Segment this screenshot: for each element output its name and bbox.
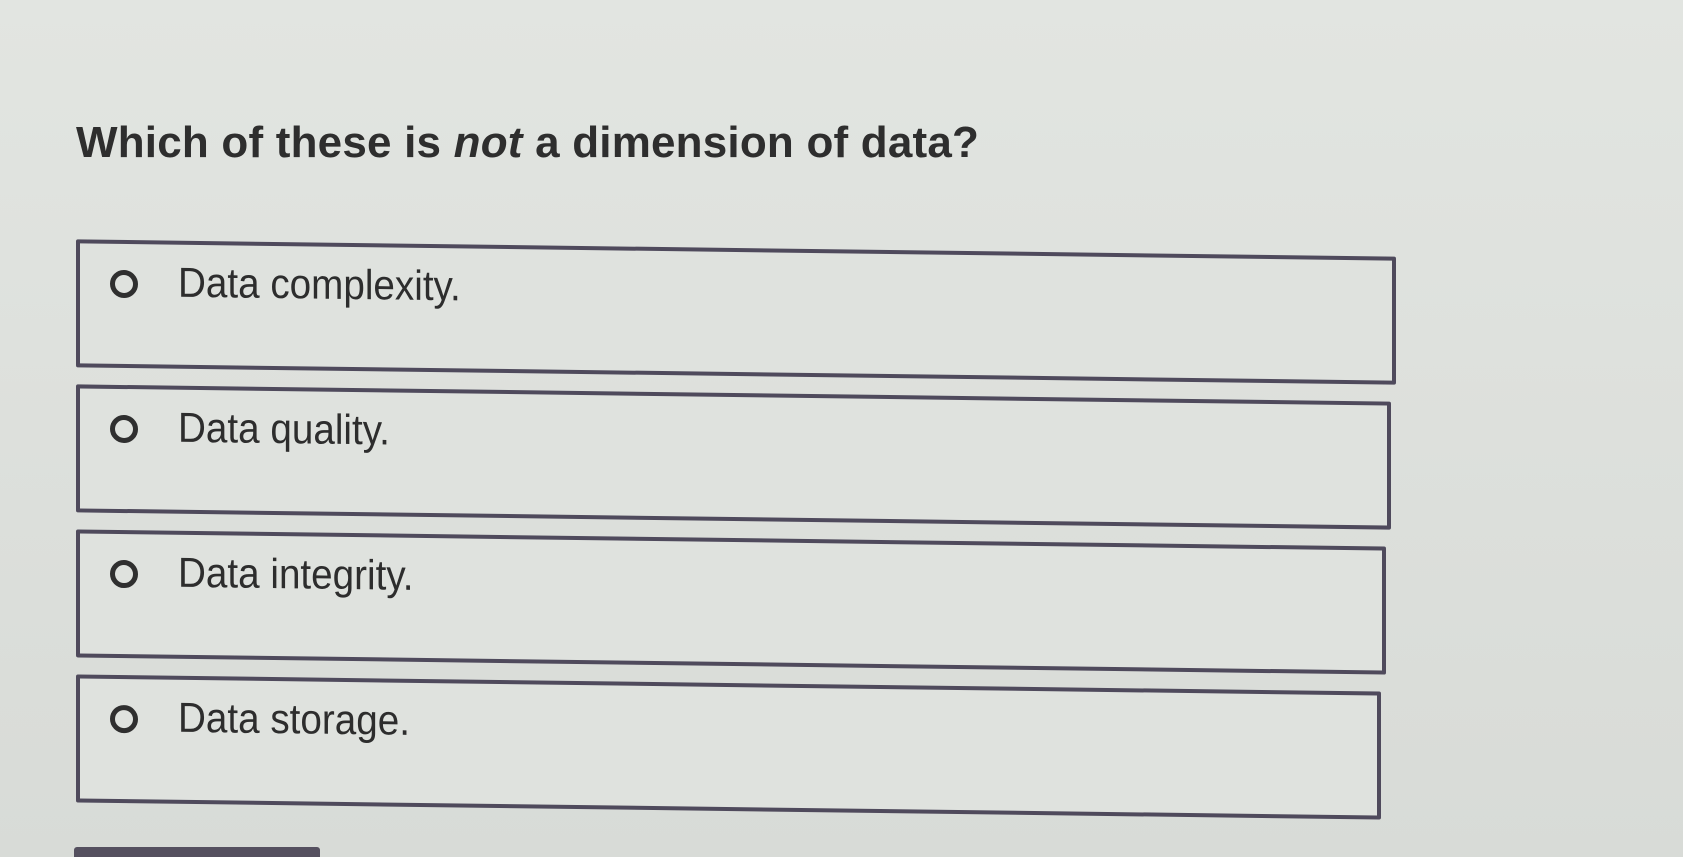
submit-button[interactable] [74,847,320,857]
answer-option-data-storage[interactable]: Data storage. [76,674,1381,820]
question-text-end: a dimension of data? [522,118,980,167]
answer-option-data-quality[interactable]: Data quality. [76,384,1391,530]
answer-option-label: Data complexity. [178,258,461,310]
radio-button-icon[interactable] [110,704,138,734]
question-text-start: Which of these is [76,118,454,167]
question-text: Which of these is not a dimension of dat… [76,118,979,168]
answer-options: Data complexity. Data quality. Data inte… [76,239,1396,828]
answer-option-data-complexity[interactable]: Data complexity. [76,239,1396,385]
quiz-page: Which of these is not a dimension of dat… [0,0,1683,857]
answer-option-data-integrity[interactable]: Data integrity. [76,529,1386,675]
answer-option-label: Data storage. [178,693,410,744]
answer-option-label: Data quality. [178,403,390,454]
radio-button-icon[interactable] [110,269,138,299]
question-emphasis: not [453,118,523,167]
radio-button-icon[interactable] [110,559,138,589]
answer-option-label: Data integrity. [178,548,414,599]
radio-button-icon[interactable] [110,414,138,444]
